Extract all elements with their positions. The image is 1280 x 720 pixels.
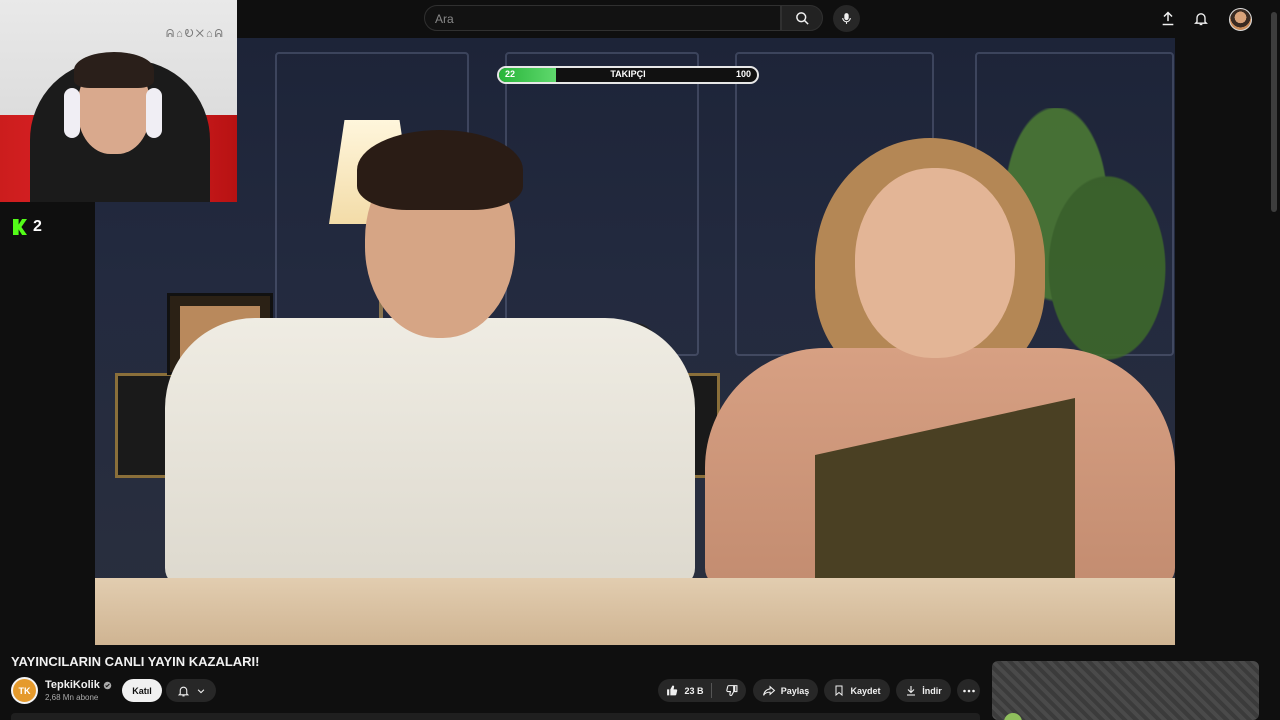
bell-icon xyxy=(177,686,189,696)
channel-avatar-text: TK xyxy=(18,685,31,696)
channel-name-link[interactable]: TepkiKolik xyxy=(45,679,112,691)
scrollbar[interactable] xyxy=(1271,12,1277,212)
search-input[interactable] xyxy=(425,6,777,32)
woman-face xyxy=(855,168,1015,358)
webcam-logo: ᕱ⌂Ꭷ✕⌂ᕱ xyxy=(166,28,225,40)
like-dislike-group: 23 B xyxy=(658,679,746,702)
man-shirt xyxy=(165,318,695,588)
save-label: Kaydet xyxy=(850,685,881,696)
headset xyxy=(64,88,80,138)
bell-icon xyxy=(1194,12,1208,25)
join-button[interactable]: Katıl xyxy=(122,679,162,702)
thumbs-down-icon xyxy=(725,685,737,696)
wall-panel xyxy=(505,52,699,356)
subscription-bell-button[interactable] xyxy=(166,679,216,702)
kick-viewer-count: 2 xyxy=(13,218,42,236)
kick-viewers: 2 xyxy=(33,218,42,235)
follower-target: 100 xyxy=(735,69,751,79)
webcam-overlay: ᕱ⌂Ꭷ✕⌂ᕱ xyxy=(0,0,237,202)
chevron-down-icon xyxy=(197,688,204,693)
download-button[interactable]: İndir xyxy=(896,679,951,702)
sidebar-live-chat-card[interactable] xyxy=(992,661,1259,720)
upload-icon xyxy=(1162,10,1174,25)
save-button[interactable]: Kaydet xyxy=(824,679,890,702)
share-icon xyxy=(762,685,775,696)
channel-name: TepkiKolik xyxy=(45,679,100,691)
verified-icon xyxy=(103,681,112,689)
video-title: YAYINCILARIN CANLI YAYIN KAZALARI! xyxy=(11,654,260,669)
upload-button[interactable] xyxy=(1158,8,1178,28)
more-actions-button[interactable] xyxy=(957,679,980,702)
streamer-hair xyxy=(74,52,154,88)
man-hair xyxy=(357,130,523,210)
search-button[interactable] xyxy=(781,5,823,31)
description-box[interactable] xyxy=(11,713,980,720)
microphone-icon xyxy=(842,13,851,24)
thumbs-up-icon xyxy=(667,685,678,696)
search-box[interactable] xyxy=(424,5,781,32)
video-player[interactable] xyxy=(95,38,1175,645)
like-count: 23 B xyxy=(684,685,704,696)
download-label: İndir xyxy=(922,685,942,696)
share-button[interactable]: Paylaş xyxy=(753,679,818,702)
bookmark-icon xyxy=(835,685,843,697)
follower-label: TAKIPÇI xyxy=(610,69,646,79)
download-icon xyxy=(907,686,916,696)
more-horizontal-icon xyxy=(962,689,975,692)
follower-goal-bar: 22 TAKIPÇI 100 xyxy=(497,66,759,84)
table xyxy=(95,578,1175,645)
like-button[interactable]: 23 B xyxy=(666,683,712,698)
search-icon xyxy=(795,11,809,25)
account-avatar[interactable] xyxy=(1229,8,1252,31)
headset xyxy=(146,88,162,138)
notifications-button[interactable] xyxy=(1191,8,1211,28)
channel-avatar[interactable]: TK xyxy=(11,677,38,704)
voice-search-button[interactable] xyxy=(833,5,860,32)
dislike-button[interactable] xyxy=(717,684,738,697)
share-label: Paylaş xyxy=(780,685,810,696)
sidebar-avatar xyxy=(1004,713,1022,720)
subscriber-count: 2,68 Mn abone xyxy=(45,693,99,702)
kick-logo-icon xyxy=(13,219,27,235)
